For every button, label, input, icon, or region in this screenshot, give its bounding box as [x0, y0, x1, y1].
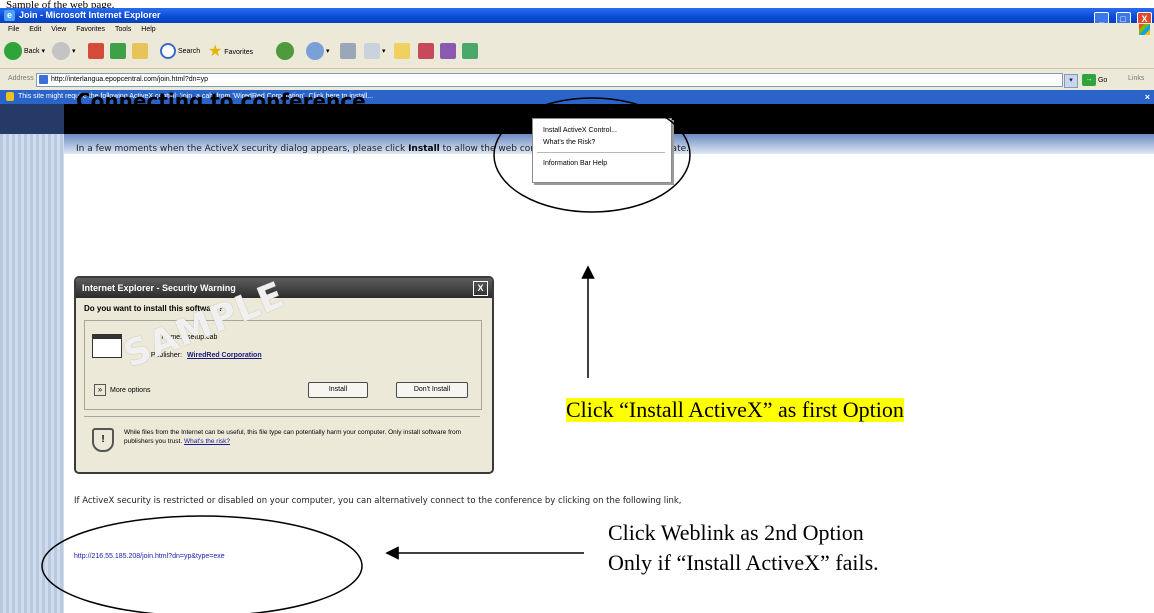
annotation-second-line-1: Click Weblink as 2nd Option — [608, 520, 864, 545]
refresh-button[interactable] — [110, 42, 126, 62]
dialog-close-button[interactable]: X — [473, 281, 488, 296]
page-heading: Connecting to conference ... — [76, 89, 396, 113]
window-title: Join - Microsoft Internet Explorer — [19, 10, 161, 20]
menu-whats-the-risk[interactable]: What's the Risk? — [543, 137, 595, 148]
favorites-label: Favorites — [224, 48, 254, 56]
extra-button[interactable] — [462, 42, 478, 62]
back-button[interactable]: Back ▾ — [4, 42, 45, 62]
expand-icon: » — [94, 384, 106, 396]
menu-infobar-help[interactable]: Information Bar Help — [543, 158, 607, 169]
mail-button[interactable]: ▾ — [306, 42, 329, 62]
research-icon — [440, 43, 456, 60]
back-arrow-icon — [4, 42, 22, 61]
context-menu: Install ActiveX Control... What's the Ri… — [532, 118, 672, 183]
menu-tools[interactable]: Tools — [115, 26, 131, 33]
menu-bar: File Edit View Favorites Tools Help — [0, 23, 1154, 36]
menu-install-activex[interactable]: Install ActiveX Control... — [543, 125, 617, 136]
warning-text: While files from the Internet can be use… — [124, 429, 462, 445]
page-subheading: Please wait while we determine if you ne… — [76, 113, 529, 125]
sidebar-header-block — [0, 104, 64, 134]
browser-window: e Join - Microsoft Internet Explorer _ □… — [0, 8, 1154, 613]
dont-install-button[interactable]: Don't Install — [396, 382, 468, 398]
publisher-link[interactable]: WiredRed Corporation — [187, 352, 262, 359]
menu-view[interactable]: View — [51, 26, 66, 33]
dialog-title-bar: Internet Explorer - Security Warning X — [76, 278, 492, 298]
search-icon — [160, 43, 176, 60]
address-bar: Address http://interlangua.epopcentral.c… — [0, 68, 1154, 91]
dialog-warning: While files from the Internet can be use… — [124, 428, 479, 446]
favorites-star-icon: ★ — [208, 43, 223, 60]
history-button[interactable] — [276, 42, 294, 62]
home-icon — [132, 43, 148, 60]
stop-icon — [88, 43, 104, 60]
edit-icon — [364, 43, 380, 60]
infobar-shield-icon — [6, 91, 14, 101]
favorites-button[interactable]: ★ Favorites — [208, 42, 253, 62]
alternative-connect-text: If ActiveX security is restricted or dis… — [74, 496, 682, 506]
address-url: http://interlangua.epopcentral.com/join.… — [51, 76, 209, 83]
go-arrow-icon: → — [1082, 74, 1096, 86]
instruction-text: In a few moments when the ActiveX securi… — [76, 144, 409, 154]
home-button[interactable] — [132, 42, 148, 62]
go-button[interactable]: → Go — [1082, 74, 1107, 87]
print-icon — [340, 43, 356, 60]
menu-file[interactable]: File — [8, 26, 19, 33]
history-icon — [276, 42, 294, 61]
forward-arrow-icon — [52, 42, 70, 61]
refresh-icon — [110, 43, 126, 60]
windows-logo-icon — [1139, 24, 1150, 35]
menu-separator — [537, 152, 665, 153]
menu-favorites[interactable]: Favorites — [76, 26, 105, 33]
go-label: Go — [1097, 76, 1108, 84]
research-button[interactable] — [440, 42, 456, 62]
whats-the-risk-link[interactable]: What's the risk? — [184, 438, 230, 445]
toolbar: Back ▾ ▾ Search ★ Favorites ▾ ▾ — [0, 36, 1154, 68]
folder-icon — [394, 43, 410, 60]
stop-button[interactable] — [88, 42, 104, 62]
annotation-second-option: Click Weblink as 2nd Option Only if “Ins… — [608, 518, 879, 578]
mail-icon — [306, 42, 324, 61]
address-label: Address — [8, 75, 34, 82]
address-dropdown-icon[interactable]: ▾ — [1064, 74, 1078, 88]
instruction-install-word: Install — [408, 144, 440, 154]
menu-help[interactable]: Help — [141, 26, 155, 33]
annotation-second-line-2: Only if “Install ActiveX” fails. — [608, 550, 879, 575]
address-input[interactable]: http://interlangua.epopcentral.com/join.… — [36, 73, 1063, 87]
search-label: Search — [177, 48, 201, 55]
annotation-first-option: Click “Install ActiveX” as first Option — [566, 397, 904, 422]
search-button[interactable]: Search — [160, 42, 200, 62]
extra-icon — [462, 43, 478, 60]
print-button[interactable] — [340, 42, 356, 62]
title-bar: e Join - Microsoft Internet Explorer _ □… — [0, 8, 1154, 27]
links-button[interactable]: Links — [1128, 75, 1144, 82]
forward-button[interactable]: ▾ — [52, 42, 75, 62]
dialog-divider — [84, 416, 480, 417]
messenger-button[interactable] — [418, 42, 434, 62]
ie-logo-icon: e — [4, 10, 15, 21]
alternative-web-link[interactable]: http://216.55.185.208/join.html?dn=yp&ty… — [74, 553, 225, 560]
install-button[interactable]: Install — [308, 382, 368, 398]
more-options-toggle[interactable]: » More options — [94, 384, 150, 396]
security-shield-icon: ! — [92, 428, 114, 452]
back-label: Back — [23, 48, 40, 55]
menu-edit[interactable]: Edit — [29, 26, 41, 33]
infobar-close-icon[interactable]: × — [1145, 90, 1150, 104]
page-icon — [39, 75, 48, 84]
messenger-icon — [418, 43, 434, 60]
dialog-title: Internet Explorer - Security Warning — [82, 283, 236, 293]
page-sidebar — [0, 104, 64, 613]
folder-button[interactable] — [394, 42, 410, 62]
more-options-label: More options — [110, 386, 151, 394]
edit-button[interactable]: ▾ — [364, 42, 385, 62]
